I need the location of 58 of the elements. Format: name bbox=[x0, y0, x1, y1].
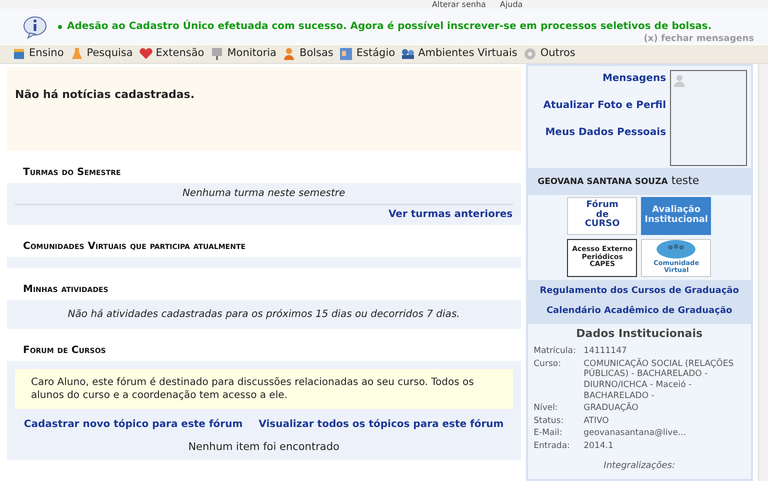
profile-link[interactable]: Atualizar Foto e Perfil bbox=[543, 98, 666, 113]
field-label: E-Mail: bbox=[534, 428, 564, 439]
previous-classes-link[interactable]: Ver turmas anteriores bbox=[388, 209, 513, 220]
person-icon bbox=[282, 47, 296, 61]
profile-link[interactable]: Mensagens bbox=[602, 71, 666, 86]
field-value: 14111147 bbox=[584, 346, 627, 357]
heart-icon bbox=[138, 47, 153, 61]
people-icon bbox=[401, 47, 416, 61]
sidebar-link[interactable]: Calendário Acadêmico de Graduação bbox=[546, 305, 732, 318]
section-heading: Comunidades Virtuais que participa atualmente bbox=[22, 240, 246, 254]
field-label: Entrada: bbox=[534, 441, 571, 452]
field-label: Status: bbox=[534, 416, 565, 426]
field-value: 2014.1 bbox=[584, 441, 614, 452]
user-silhouette-icon bbox=[674, 74, 686, 87]
info-icon bbox=[22, 14, 48, 38]
empty-message: Não há atividades cadastradas para os próximos 15 dias ou decorridos 7 dias. bbox=[66, 308, 461, 322]
gear-icon bbox=[523, 47, 538, 61]
speech-bubble-icon bbox=[654, 240, 698, 260]
news-notice: Não há notícias cadastradas. bbox=[7, 67, 521, 151]
field-value: ATIVO bbox=[584, 416, 609, 426]
profile-link[interactable]: Meus Dados Pessoais bbox=[545, 125, 666, 140]
menu-item[interactable]: Pesquisa bbox=[70, 46, 133, 62]
field-value: COMUNICAÇÃO SOCIAL (RELAÇÕES PÚBLICAS) - BACHARELADO - DIURNO/ICHCA - Maceió - BACHARELADO - bbox=[584, 358, 735, 402]
flask-icon bbox=[70, 47, 84, 61]
menu-item[interactable]: Ensino bbox=[12, 46, 64, 62]
menu-item[interactable]: Bolsas bbox=[282, 46, 334, 62]
bullet-icon bbox=[58, 24, 62, 28]
section-heading: Turmas do Semestre bbox=[22, 166, 122, 180]
field-label: Matrícula: bbox=[534, 346, 577, 357]
menu-item[interactable]: Monitoria bbox=[210, 46, 276, 62]
monitor-icon bbox=[210, 47, 224, 61]
top-link[interactable]: Alterar senha bbox=[432, 0, 486, 9]
user-name: GEOVANA SANTANA SOUZA bbox=[538, 177, 668, 187]
empty-message: Nenhuma turma neste semestre bbox=[181, 187, 346, 201]
section-heading: Minhas atividades bbox=[22, 283, 110, 297]
user-note: teste bbox=[671, 174, 700, 187]
forum-link[interactable]: Visualizar todos os tópicos para este fórum bbox=[258, 417, 504, 432]
menu-item[interactable]: Outros bbox=[523, 46, 576, 62]
integralizacoes-label: Integralizações: bbox=[602, 460, 676, 473]
forum-notice: Caro Aluno, este fórum é destinado para discussões relacionadas ao seu curso. Todos os alunos do curso e a coordenação tem acesso a ele. bbox=[15, 369, 513, 409]
empty-message: Nenhum item foi encontrado bbox=[187, 440, 340, 455]
field-label: Curso: bbox=[534, 358, 562, 371]
book-icon bbox=[12, 47, 26, 61]
forum-link[interactable]: Cadastrar novo tópico para este fórum bbox=[24, 417, 243, 432]
sidebar-link[interactable]: Regulamento dos Cursos de Graduação bbox=[540, 284, 739, 298]
panel-title: Dados Institucionais bbox=[575, 326, 704, 342]
top-link[interactable]: Ajuda bbox=[500, 0, 523, 9]
field-value: geovanasantana@live... bbox=[584, 428, 686, 439]
banner-link[interactable]: Avaliação Institucional bbox=[641, 196, 712, 234]
banner-link[interactable]: Fórum de CURSO bbox=[567, 196, 638, 234]
menu-item[interactable]: Estágio bbox=[339, 46, 396, 62]
field-label: Nível: bbox=[534, 403, 559, 414]
badge-icon bbox=[339, 47, 354, 61]
menu-item[interactable]: Ambientes Virtuais bbox=[401, 46, 518, 62]
field-value: GRADUAÇÃO bbox=[584, 403, 638, 414]
section-heading: Forum de Cursos bbox=[22, 344, 107, 358]
menu-item[interactable]: Extensão bbox=[138, 46, 204, 62]
success-message: Adesão ao Cadastro Único efetuada com sucesso. Agora é possível inscrever-se em processos seletivos de bolsas. bbox=[67, 19, 712, 34]
